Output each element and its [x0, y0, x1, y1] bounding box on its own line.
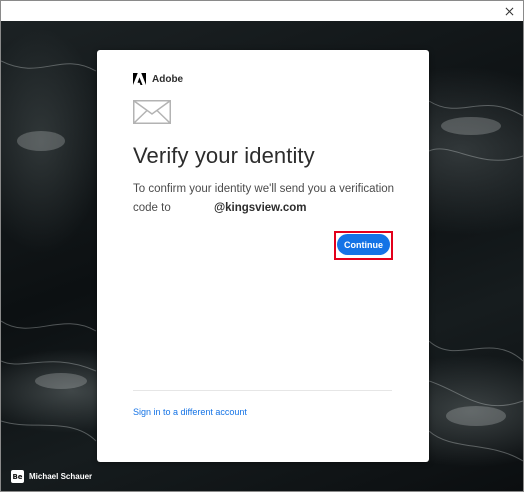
continue-button[interactable]: Continue — [337, 234, 390, 255]
close-button[interactable] — [495, 1, 523, 21]
brand-name: Adobe — [152, 73, 184, 85]
email-domain: @kingsview.com — [213, 202, 307, 214]
close-icon — [505, 7, 513, 15]
adobe-logo-icon — [133, 73, 146, 85]
credit-name: Michael Schauer — [29, 472, 93, 481]
divider — [133, 390, 392, 391]
verification-message: To confirm your identity we'll send you … — [133, 180, 395, 218]
photo-credit: Be Michael Schauer — [11, 470, 92, 483]
title-bar — [1, 1, 523, 21]
page-title: Verify your identity — [133, 143, 315, 168]
envelope-icon — [133, 100, 171, 124]
behance-icon: Be — [11, 470, 24, 483]
verify-card: Adobe Verify your identity To confirm yo… — [97, 50, 429, 462]
dialog-window: Be Michael Schauer Adobe Verify your ide… — [0, 0, 524, 492]
adobe-brand: Adobe — [133, 73, 183, 85]
different-account-link[interactable]: Sign in to a different account — [133, 407, 247, 417]
